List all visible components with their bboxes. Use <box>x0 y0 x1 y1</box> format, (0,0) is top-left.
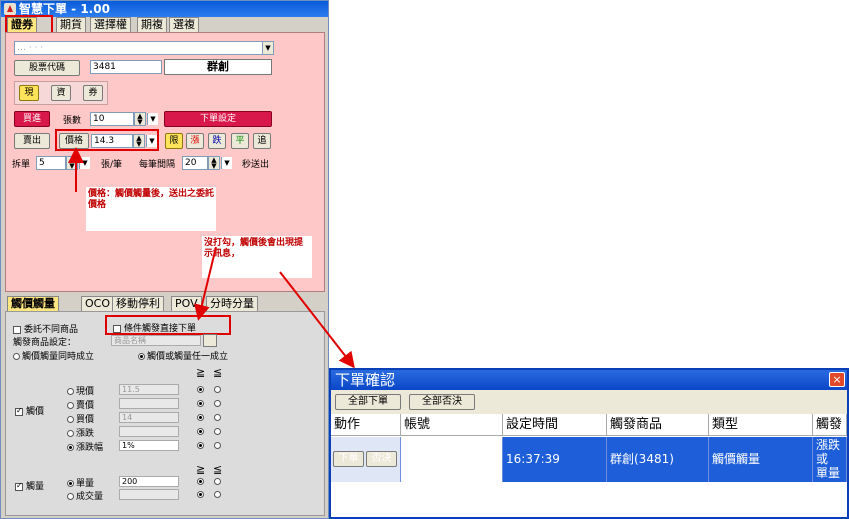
reject-all-button[interactable]: 全部否決 <box>409 394 475 410</box>
reject-button[interactable]: 否決 <box>366 451 397 467</box>
trigger-line: 或 <box>816 452 829 466</box>
column-header: 動作 <box>331 414 401 436</box>
time-cell: 16:37:39 <box>503 437 607 482</box>
submit-button[interactable]: 下單 <box>333 451 364 467</box>
arrow-to-dialog <box>279 271 355 369</box>
trigger-line: 漲跌 <box>816 438 841 452</box>
trigger-line: 單量 <box>816 466 841 480</box>
column-header: 類型 <box>709 414 813 436</box>
account-cell <box>401 437 503 482</box>
trigger-cell: 漲跌 或 單量 <box>813 437 847 482</box>
dialog-toolbar: 全部下單 全部否決 <box>331 390 847 414</box>
column-header: 設定時間 <box>503 414 607 436</box>
type-cell: 觸價觸量 <box>709 437 813 482</box>
close-icon[interactable]: × <box>829 372 845 387</box>
arrow-to-checkbox <box>194 246 217 321</box>
submit-all-button[interactable]: 全部下單 <box>335 394 401 410</box>
action-cell: 下單 否決 <box>331 437 401 482</box>
dialog-title: 下單確認 <box>331 370 847 390</box>
order-confirm-dialog: 下單確認 × 全部下單 全部否決 動作 帳號 設定時間 觸發商品 類型 觸發 下… <box>329 368 849 519</box>
column-header: 觸發商品 <box>607 414 709 436</box>
product-cell: 群創(3481) <box>607 437 709 482</box>
column-header: 帳號 <box>401 414 503 436</box>
column-header: 觸發 <box>813 414 847 436</box>
